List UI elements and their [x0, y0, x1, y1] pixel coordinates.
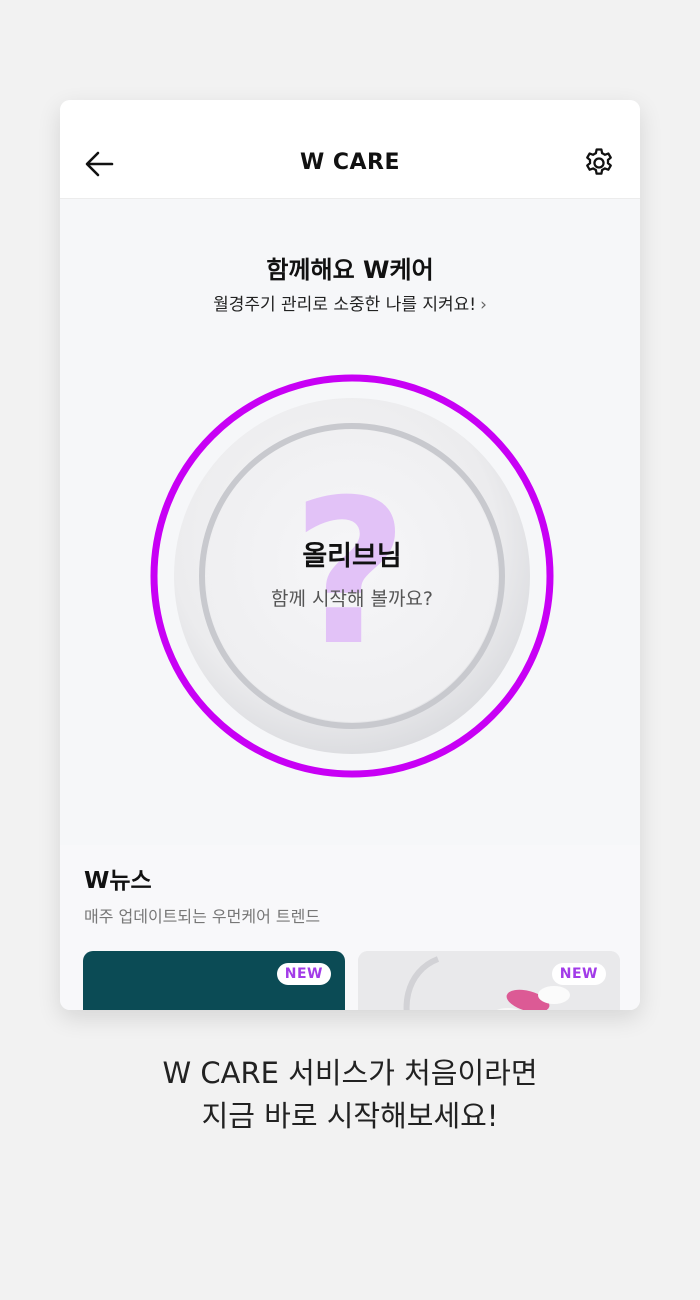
intro-title: 함께해요 W케어 [266, 256, 434, 284]
news-section: W뉴스 매주 업데이트되는 우먼케어 트렌드 NEW NEW [60, 845, 640, 1010]
page-title: W CARE [299, 150, 401, 175]
gear-icon [586, 148, 612, 175]
start-dial-button[interactable]: ? 올리브님 함께 시작해 볼까요? [150, 374, 554, 778]
question-mark-icon: ? [292, 457, 408, 690]
promo-line-1: W CARE 서비스가 처음이라면 [162, 1056, 538, 1090]
intro-subtitle-link[interactable]: 월경주기 관리로 소중한 나를 지켜요! › [60, 290, 640, 315]
dial-graphic: ? [150, 374, 554, 778]
news-title: W뉴스 [84, 868, 152, 894]
settings-button[interactable] [582, 146, 616, 180]
promo-line-2: 지금 바로 시작해보세요! [201, 1099, 499, 1133]
promo-caption: W CARE 서비스가 처음이라면 지금 바로 시작해보세요! [0, 1052, 700, 1138]
news-card[interactable]: NEW [358, 951, 620, 1010]
user-name: 올리브님 [302, 541, 402, 572]
new-badge: NEW [276, 963, 331, 985]
top-bar: W CARE [60, 100, 640, 199]
new-badge: NEW [551, 963, 606, 985]
news-subtitle: 매주 업데이트되는 우먼케어 트렌드 [84, 907, 321, 926]
chevron-right-icon: › [480, 295, 487, 315]
intro-subtitle-text: 월경주기 관리로 소중한 나를 지켜요! [213, 295, 477, 315]
news-card[interactable]: NEW [83, 951, 345, 1010]
start-prompt: 함께 시작해 볼까요? [270, 588, 433, 610]
app-screen: W CARE 함께해요 W케어 월경주기 관리로 소중한 나를 지켜요! › ?… [60, 100, 640, 1010]
